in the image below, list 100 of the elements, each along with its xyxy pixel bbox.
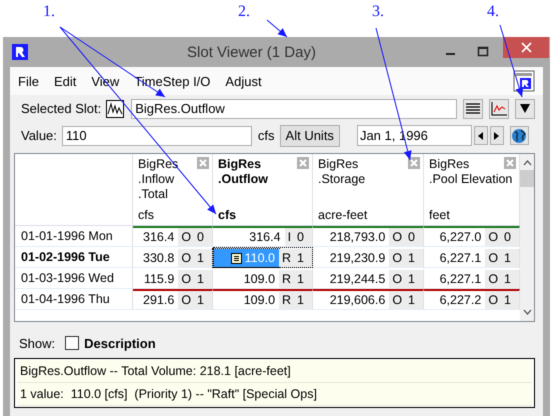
value-cell[interactable]: 316.4 (213, 228, 285, 246)
slot-plot-icon (106, 100, 124, 118)
priority-cell: 0 (501, 228, 519, 246)
date-cell[interactable]: 01-01-1996 Mon (15, 226, 133, 247)
column-name-text: .Storage (318, 172, 366, 187)
globe-button[interactable] (510, 126, 529, 145)
triangle-right-icon (494, 132, 500, 140)
list-icon-button[interactable] (463, 98, 483, 118)
flag-cell: O (178, 270, 194, 288)
flag-cell: O (389, 270, 406, 288)
date-cell[interactable]: 01-04-1996 Thu (15, 289, 133, 310)
priority-cell: 1 (501, 291, 519, 309)
column-units-text: cfs (218, 208, 236, 223)
priority-cell: 0 (405, 228, 423, 246)
column-name-text: .Total (138, 187, 168, 202)
selected-slot-label: Selected Slot: (21, 101, 102, 116)
menu-item[interactable]: File (18, 74, 39, 88)
callout-label: 2. (238, 3, 250, 21)
value-cell[interactable]: 109.0 (213, 291, 280, 309)
priority-cell: 0 (294, 228, 312, 246)
flag-cell: O (485, 228, 502, 246)
dropdown-button[interactable] (515, 98, 535, 118)
callout-arrow (266, 20, 288, 38)
selected-slot-field[interactable]: BigRes.Outflow (131, 98, 457, 118)
value-cell[interactable]: 316.4 (133, 228, 178, 246)
close-icon[interactable] (408, 157, 420, 169)
flag-cell: O (485, 291, 502, 309)
scroll-up-icon[interactable] (523, 160, 532, 166)
callout-label: 4. (487, 3, 499, 21)
column-units-text: feet (429, 208, 450, 223)
priority-cell: 1 (501, 249, 519, 267)
callout-label: 3. (372, 3, 384, 21)
priority-cell: 1 (194, 270, 212, 288)
window-title: Slot Viewer (1 Day) (186, 44, 317, 60)
priority-cell: 1 (405, 291, 423, 309)
flag-cell: O (178, 291, 194, 309)
description-checkbox[interactable] (65, 336, 80, 350)
menu-item[interactable]: Adjust (225, 74, 262, 88)
value-cell[interactable]: 109.0 (213, 270, 280, 288)
priority-cell: 1 (194, 291, 212, 309)
triangle-left-icon (478, 132, 484, 140)
flag-cell: O (389, 228, 406, 246)
value-cell[interactable]: 330.8 (133, 249, 178, 267)
column-name-text: BigRes (218, 157, 262, 172)
flag-cell: R (279, 249, 294, 267)
value-cell[interactable]: 291.6 (133, 291, 178, 309)
flag-cell: I (284, 228, 294, 246)
maximize-icon[interactable] (477, 46, 489, 58)
alt-units-button[interactable]: Alt Units (280, 124, 340, 146)
priority-cell: 0 (194, 228, 212, 246)
flag-cell: R (279, 270, 294, 288)
priority-cell: 1 (501, 270, 519, 288)
priority-cell: 1 (405, 249, 423, 267)
date-cell[interactable]: 01-02-1996 Tue (15, 247, 133, 268)
value-cell[interactable]: 219,244.5 (313, 270, 390, 288)
callout-label: 1. (43, 3, 55, 21)
column-name-text: .Pool Elevation (429, 172, 512, 187)
menu-item[interactable]: Edit (54, 74, 76, 88)
app-logo-icon (12, 44, 28, 60)
value-cell[interactable]: 219,230.9 (313, 249, 390, 267)
scrollbar-thumb[interactable] (520, 170, 534, 187)
plot-icon-button[interactable] (489, 98, 509, 118)
priority-cell: 1 (294, 291, 312, 309)
column-name-text: BigRes (429, 157, 470, 172)
close-button[interactable] (503, 37, 549, 58)
close-icon (520, 42, 532, 53)
next-button[interactable] (490, 126, 504, 145)
flag-cell: O (178, 228, 194, 246)
column-units-text: cfs (138, 208, 154, 223)
value-cell[interactable]: 6,227.1 (424, 270, 486, 288)
window-logo-icon[interactable] (513, 70, 535, 92)
value-label: Value: (21, 128, 57, 143)
column-header[interactable]: BigRes .Outflow cfs (213, 154, 313, 226)
units-label: cfs (258, 128, 275, 143)
priority-cell: 1 (294, 249, 312, 267)
triangle-down-icon (520, 104, 530, 113)
scroll-down-icon[interactable] (523, 309, 532, 315)
previous-button[interactable] (474, 126, 488, 145)
value-cell[interactable]: 115.9 (133, 270, 178, 288)
date-cell[interactable]: 01-03-1996 Wed (15, 268, 133, 289)
priority-cell: 1 (294, 270, 312, 288)
flag-cell: O (389, 291, 406, 309)
column-name-text: .Inflow (138, 172, 174, 187)
priority-cell: 1 (405, 270, 423, 288)
flag-cell: R (279, 291, 294, 309)
value-field[interactable]: 110 (62, 126, 252, 146)
flag-cell: O (485, 270, 502, 288)
flag-cell: O (485, 249, 502, 267)
show-label: Show: (19, 336, 56, 350)
value-cell[interactable]: 218,793.0 (313, 228, 390, 246)
value-cell[interactable]: 6,227.1 (424, 249, 486, 267)
value-cell[interactable]: 6,227.2 (424, 291, 486, 309)
flag-cell: O (389, 249, 406, 267)
column-name-text: BigRes (318, 157, 358, 172)
description-checkbox-label[interactable]: Description (84, 336, 156, 350)
column-name-text: .Outflow (218, 172, 268, 187)
value-cell[interactable]: 6,227.0 (424, 228, 486, 246)
flag-cell: O (178, 249, 194, 267)
column-header[interactable]: BigRes .Storage acre-feet (313, 154, 424, 226)
value-cell[interactable]: 219,606.6 (313, 291, 390, 309)
